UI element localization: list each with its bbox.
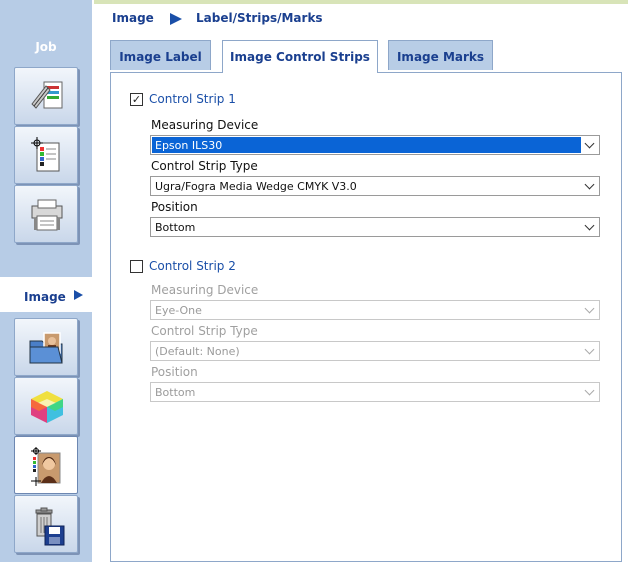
breadcrumb-section: Image bbox=[112, 11, 154, 25]
position-2-select[interactable]: Bottom bbox=[150, 382, 600, 402]
trash-save-icon bbox=[35, 507, 65, 546]
control-strip-2-label[interactable]: Control Strip 2 bbox=[149, 259, 236, 273]
measuring-device-2-label: Measuring Device bbox=[151, 283, 259, 297]
control-strip-type-1-select[interactable]: Ugra/Fogra Media Wedge CMYK V3.0 bbox=[150, 176, 600, 196]
position-2-label: Position bbox=[151, 365, 198, 379]
control-strip-1-checkbox[interactable]: ✓ bbox=[130, 93, 143, 106]
measuring-device-2-select[interactable]: Eye-One bbox=[150, 300, 600, 320]
page-marks-icon bbox=[31, 137, 60, 172]
measuring-device-2-value: Eye-One bbox=[155, 304, 202, 317]
job-section-title: Job bbox=[35, 40, 57, 54]
printer-icon bbox=[31, 199, 63, 231]
chevron-down-icon[interactable] bbox=[584, 303, 595, 314]
control-strip-type-2-value: (Default: None) bbox=[155, 345, 240, 358]
job-page-marks-button[interactable] bbox=[14, 126, 78, 184]
chevron-down-icon[interactable] bbox=[584, 179, 595, 190]
job-printer-button[interactable] bbox=[14, 185, 78, 243]
image-portrait-marks-icon bbox=[31, 447, 61, 486]
measuring-device-1-selection: Epson ILS30 bbox=[152, 137, 581, 153]
image-section-title: Image bbox=[24, 290, 66, 304]
image-delete-save-button[interactable] bbox=[14, 495, 78, 553]
color-cube-icon bbox=[31, 391, 63, 423]
position-2-value: Bottom bbox=[155, 386, 196, 399]
image-source-button[interactable] bbox=[14, 318, 78, 376]
position-1-label: Position bbox=[151, 200, 198, 214]
measuring-device-1-label: Measuring Device bbox=[151, 118, 259, 132]
tab-image-control-strips[interactable]: Image Control Strips bbox=[222, 40, 378, 73]
image-color-button[interactable] bbox=[14, 377, 78, 435]
position-1-value: Bottom bbox=[155, 221, 196, 234]
page-title: Label/Strips/Marks bbox=[196, 11, 323, 25]
control-strip-2-checkbox[interactable] bbox=[130, 260, 143, 273]
chevron-down-icon[interactable] bbox=[584, 385, 595, 396]
chevron-down-icon[interactable] bbox=[584, 138, 595, 149]
image-label-strips-marks-button[interactable] bbox=[14, 436, 78, 494]
image-folder-icon bbox=[29, 332, 63, 364]
image-section-arrow-icon bbox=[74, 290, 83, 300]
top-border-line bbox=[94, 0, 628, 4]
measuring-device-1-value: Epson ILS30 bbox=[155, 139, 223, 152]
measuring-device-1-select[interactable]: Epson ILS30 bbox=[150, 135, 600, 155]
chevron-down-icon[interactable] bbox=[584, 220, 595, 231]
position-1-select[interactable]: Bottom bbox=[150, 217, 600, 237]
control-strip-type-2-select[interactable]: (Default: None) bbox=[150, 341, 600, 361]
control-strip-type-2-label: Control Strip Type bbox=[151, 324, 258, 338]
layout-icon bbox=[31, 81, 63, 109]
tab-image-label[interactable]: Image Label bbox=[110, 40, 211, 70]
control-strip-1-label[interactable]: Control Strip 1 bbox=[149, 92, 236, 106]
control-strip-type-1-value: Ugra/Fogra Media Wedge CMYK V3.0 bbox=[155, 180, 357, 193]
chevron-down-icon[interactable] bbox=[584, 344, 595, 355]
job-layout-button[interactable] bbox=[14, 67, 78, 125]
breadcrumb-arrow-icon bbox=[170, 13, 182, 25]
tab-image-marks[interactable]: Image Marks bbox=[388, 40, 493, 70]
sidebar: Job Image bbox=[0, 0, 94, 562]
control-strip-type-1-label: Control Strip Type bbox=[151, 159, 258, 173]
